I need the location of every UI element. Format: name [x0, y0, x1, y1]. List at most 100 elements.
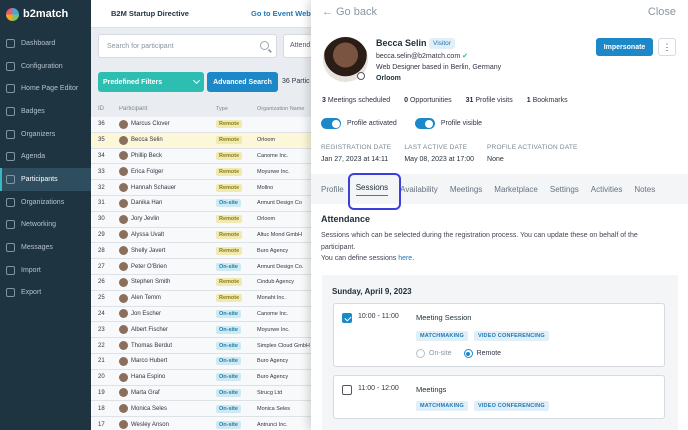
- row-participant: Shelly Javert: [119, 246, 216, 256]
- close-button[interactable]: Close: [648, 6, 676, 18]
- table-row[interactable]: 19 Marta Graf On-site Strucg Ltd: [91, 385, 311, 402]
- tab-sessions[interactable]: Sessions: [347, 172, 402, 210]
- table-row[interactable]: 26 Stephen Smith Remote Cindub Agency: [91, 274, 311, 291]
- row-participant: Jory Jevlin: [119, 214, 216, 224]
- more-options-button[interactable]: ⋮: [658, 38, 676, 56]
- session-tag: MATCHMAKING: [416, 331, 468, 341]
- date-field: Profile Activation Date None: [487, 144, 578, 163]
- session-checkbox[interactable]: [342, 385, 352, 395]
- table-row[interactable]: 27 Peter O'Brien On-site Armunt Design Co.: [91, 259, 311, 275]
- search-icon[interactable]: [260, 41, 269, 50]
- row-participant: Albert Fischer: [119, 325, 216, 335]
- row-organization: Strucg Ltd: [257, 389, 283, 396]
- sidebar-item-configuration[interactable]: Configuration: [0, 55, 91, 78]
- sidebar-item-dashboard[interactable]: Dashboard: [0, 32, 91, 55]
- row-participant-name: Wesley Anson: [131, 421, 169, 428]
- tab-meetings[interactable]: Meetings: [450, 185, 482, 194]
- row-participant-name: Alen Temm: [131, 295, 161, 302]
- dashboard-icon: [6, 38, 15, 48]
- tab-activities[interactable]: Activities: [591, 185, 623, 194]
- table-row[interactable]: 32 Hannah Schauer Remote Mollno: [91, 180, 311, 196]
- header-id[interactable]: ID: [91, 106, 119, 112]
- sidebar-item-label: Organizers: [21, 130, 56, 138]
- stat-label: Profile visits: [475, 97, 513, 104]
- profile-activated-toggle[interactable]: [321, 118, 341, 129]
- brand[interactable]: b2match: [0, 0, 91, 28]
- row-participant: Thomas Berdut: [119, 341, 216, 351]
- table-row[interactable]: 30 Jory Jevlin Remote Orloom: [91, 211, 311, 228]
- table-row[interactable]: 17 Wesley Anson On-site Antrunci Inc.: [91, 417, 311, 430]
- sidebar-item-agenda[interactable]: Agenda: [0, 145, 91, 168]
- table-row[interactable]: 22 Thomas Berdut On-site Simplex Cloud GmbH: [91, 338, 311, 354]
- stat-number: 1: [526, 97, 531, 104]
- row-participant-name: Marco Hubert: [131, 358, 168, 365]
- date-label: Last Active Date: [404, 144, 468, 151]
- avatar: [119, 119, 128, 129]
- tab-availability[interactable]: Availability: [400, 185, 438, 194]
- row-type: On-site: [216, 357, 257, 366]
- avatar: [119, 404, 128, 414]
- define-sessions-link[interactable]: here: [398, 255, 412, 262]
- table-row[interactable]: 31 Danika Han On-site Armunt Design Co: [91, 195, 311, 212]
- impersonate-button[interactable]: Impersonate: [596, 38, 653, 56]
- go-to-event-website-link[interactable]: Go to Event Websi: [251, 9, 317, 18]
- row-type: Remote: [216, 215, 257, 224]
- header-participant[interactable]: Participant: [119, 106, 216, 112]
- tab-marketplace[interactable]: Marketplace: [494, 185, 538, 194]
- radio-dot-icon: [416, 349, 425, 358]
- row-organization: Armunt Design Co: [257, 200, 302, 207]
- table-row[interactable]: 18 Monica Seles On-site Monica Seles: [91, 401, 311, 418]
- row-type: Remote: [216, 230, 257, 239]
- sidebar-item-networking[interactable]: Networking: [0, 214, 91, 237]
- stat-number: 0: [404, 97, 409, 104]
- participant-organization[interactable]: Orloom: [376, 75, 401, 82]
- row-participant: Hannah Schauer: [119, 183, 216, 193]
- tab-settings[interactable]: Settings: [550, 185, 579, 194]
- predefined-filters-dropdown[interactable]: Predefined Filters: [98, 72, 204, 92]
- tab-profile[interactable]: Profile: [321, 185, 344, 194]
- home-page-editor-icon: [6, 84, 15, 94]
- agenda-icon: [6, 152, 15, 162]
- sidebar-item-messages[interactable]: Messages: [0, 236, 91, 259]
- sidebar-item-organizers[interactable]: Organizers: [0, 123, 91, 146]
- sidebar-item-label: Import: [21, 266, 41, 274]
- table-row[interactable]: 29 Alyssa Uvalt Remote Altuc Mond GmbH: [91, 227, 311, 244]
- search-input[interactable]: Search for participant: [98, 34, 277, 58]
- onsite-radio[interactable]: On-site: [416, 349, 452, 358]
- avatar: [119, 372, 128, 382]
- table-row[interactable]: 25 Alen Temm Remote Monaht Inc.: [91, 290, 311, 307]
- table-row[interactable]: 23 Albert Fischer On-site Moyurwe Inc.: [91, 322, 311, 339]
- sidebar-item-import[interactable]: Import: [0, 259, 91, 282]
- sidebar-item-badges[interactable]: Badges: [0, 100, 91, 123]
- table-row[interactable]: 28 Shelly Javert Remote Buro Agency: [91, 243, 311, 260]
- go-back-button[interactable]: ← Go back: [322, 6, 377, 18]
- type-badge: On-site: [216, 309, 241, 318]
- table-row[interactable]: 33 Erica Folger Remote Moyurwe Inc.: [91, 164, 311, 181]
- table-row[interactable]: 24 Jon Escher On-site Canome Inc.: [91, 306, 311, 323]
- sidebar-item-export[interactable]: Export: [0, 282, 91, 305]
- table-row[interactable]: 35 Becca Selin Remote Orloom: [91, 132, 311, 149]
- avatar: [119, 309, 128, 319]
- table-row[interactable]: 21 Marco Hubert On-site Buro Agency: [91, 353, 311, 370]
- type-badge: Remote: [216, 167, 243, 176]
- table-row[interactable]: 34 Phillip Beck Remote Canome Inc.: [91, 148, 311, 165]
- organizations-icon: [6, 197, 15, 207]
- table-row[interactable]: 20 Hana Espino On-site Buro Agency: [91, 369, 311, 386]
- advanced-search-button[interactable]: Advanced Search: [207, 72, 278, 92]
- avatar: [119, 198, 128, 208]
- row-id: 33: [98, 168, 105, 175]
- row-participant-name: Becca Selin: [131, 137, 163, 144]
- sidebar-item-organizations[interactable]: Organizations: [0, 191, 91, 214]
- header-organization[interactable]: Organization Name: [257, 106, 311, 112]
- profile-visible-toggle[interactable]: [414, 118, 435, 129]
- session-checkbox[interactable]: [342, 313, 352, 323]
- header-type[interactable]: Type: [216, 106, 257, 112]
- sidebar-item-home-page-editor[interactable]: Home Page Editor: [0, 77, 91, 100]
- row-type: Remote: [216, 183, 257, 192]
- row-participant-name: Marcus Clover: [131, 121, 170, 128]
- table-row[interactable]: 36 Marcus Clover Remote: [91, 117, 311, 133]
- date-value: None: [487, 156, 504, 163]
- tab-notes[interactable]: Notes: [634, 185, 655, 194]
- remote-radio[interactable]: Remote: [463, 349, 501, 358]
- sidebar-item-participants[interactable]: Participants: [0, 168, 91, 191]
